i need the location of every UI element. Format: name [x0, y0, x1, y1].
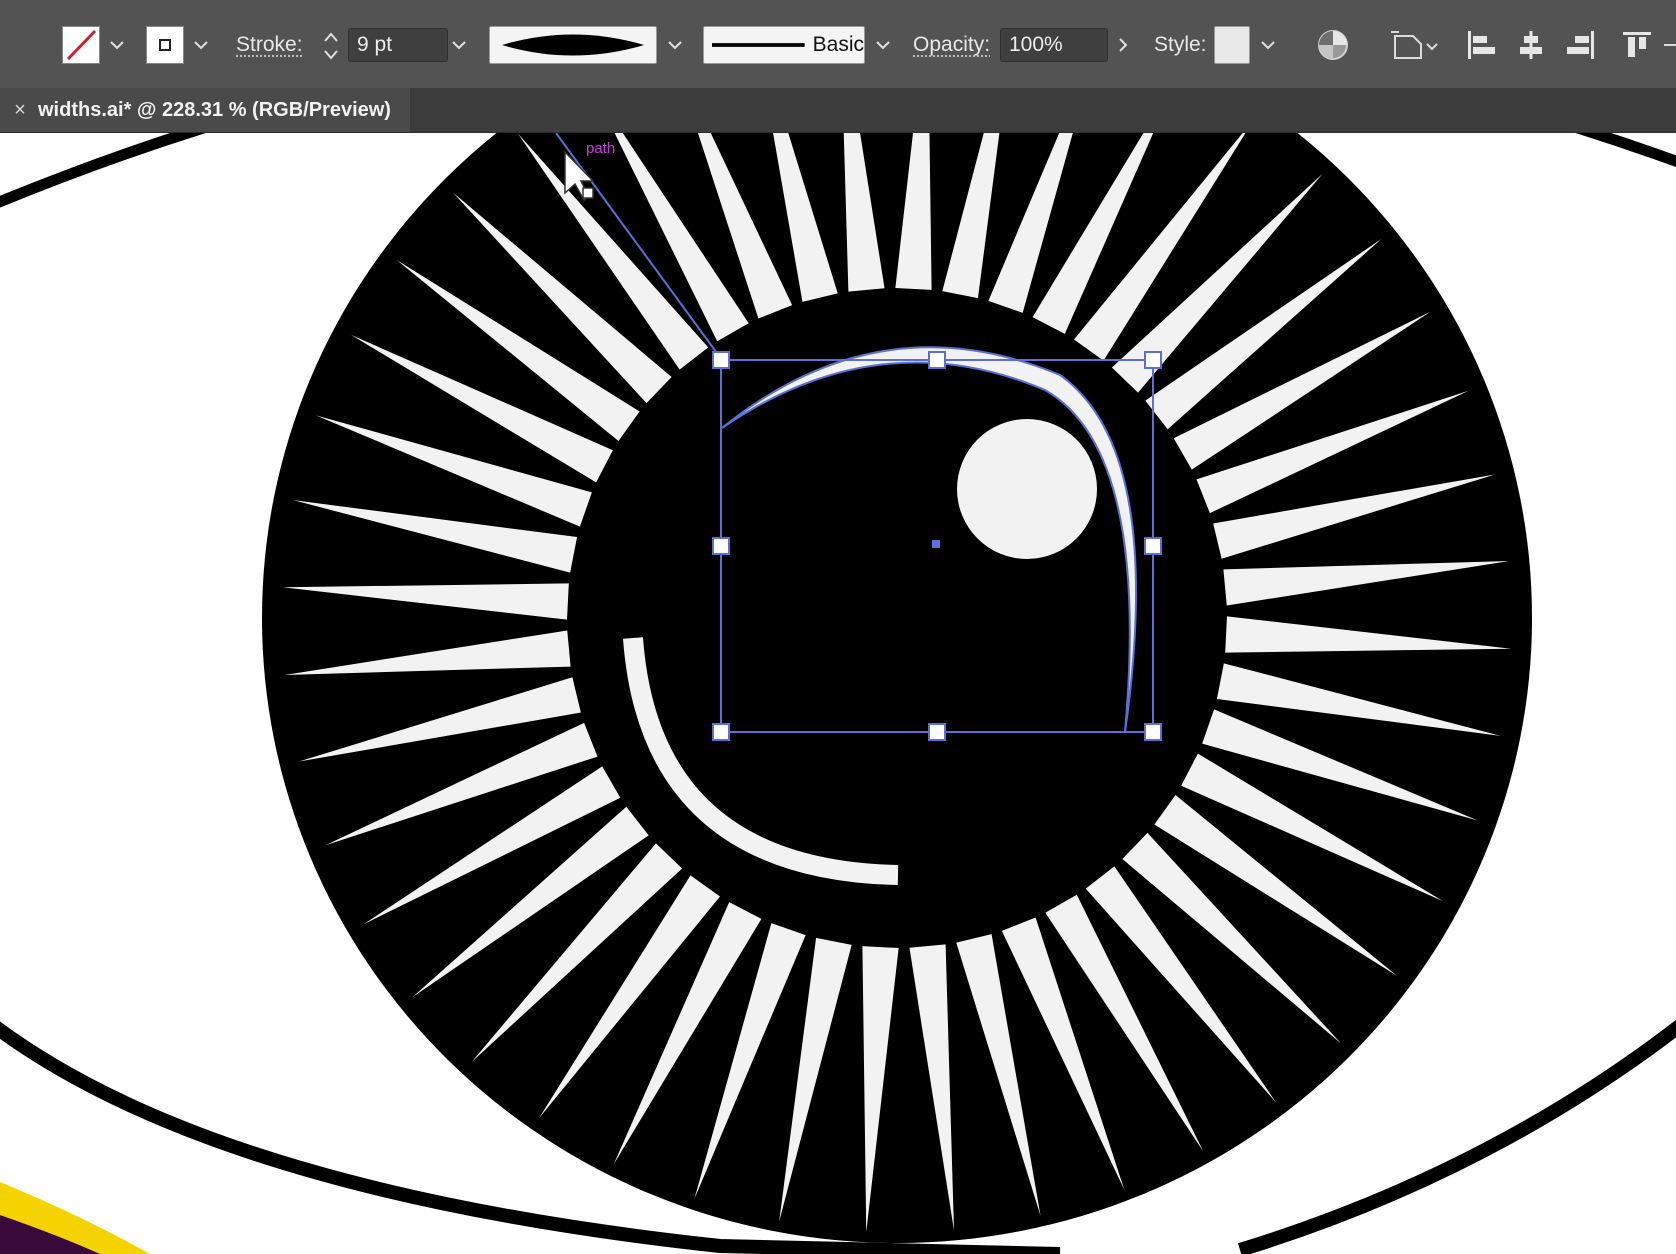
selection-handle[interactable]: [1144, 723, 1162, 741]
align-right-button[interactable]: [1562, 26, 1600, 64]
selection-handle[interactable]: [712, 723, 730, 741]
stroke-weight-dropdown-chevron-icon[interactable]: [446, 26, 472, 64]
stroke-weight-field[interactable]: 9 pt: [348, 28, 448, 62]
artboard-canvas[interactable]: path: [0, 133, 1676, 1254]
stroke-weight-stepper-icon[interactable]: [318, 26, 344, 66]
pupil-highlight[interactable]: [957, 419, 1097, 559]
stroke-swatch[interactable]: [146, 26, 184, 64]
document-tab[interactable]: × widths.ai* @ 228.31 % (RGB/Preview): [0, 88, 410, 132]
align-top-icon: [1623, 32, 1651, 57]
align-right-icon: [1567, 31, 1594, 59]
align-horizontal-center-icon: [1520, 31, 1542, 59]
fill-swatch[interactable]: [62, 26, 100, 64]
document-tab-bar: × widths.ai* @ 228.31 % (RGB/Preview): [0, 88, 1676, 133]
style-dropdown-chevron-icon[interactable]: [1255, 26, 1281, 64]
none-fill-swatch-icon: [66, 29, 97, 61]
transform-icon: [1391, 31, 1438, 59]
recolor-artwork-button[interactable]: [1314, 26, 1352, 64]
opacity-field[interactable]: 100%: [1000, 28, 1108, 62]
align-horizontal-center-button[interactable]: [1512, 26, 1550, 64]
recolor-artwork-icon: [1318, 30, 1348, 60]
brush-label: Basic: [812, 33, 864, 56]
selection-handle[interactable]: [712, 351, 730, 369]
stroke-swatch-icon: [159, 39, 171, 51]
pupil[interactable]: [577, 302, 1213, 938]
smart-guide-hover-label: path: [586, 140, 615, 157]
brush-definition-menu[interactable]: Basic: [703, 26, 865, 64]
brush-dropdown-chevron-icon[interactable]: [870, 26, 896, 64]
selection-handle[interactable]: [1144, 537, 1162, 555]
style-label: Style:: [1154, 33, 1207, 56]
align-left-icon: [1468, 31, 1495, 59]
close-tab-icon[interactable]: ×: [8, 99, 32, 122]
align-top-button[interactable]: [1618, 26, 1656, 64]
width-profile-dropdown-chevron-icon[interactable]: [662, 26, 688, 64]
graphic-style-swatch[interactable]: [1214, 26, 1250, 64]
basic-brush-stroke-icon: [712, 43, 805, 47]
document-tab-title: widths.ai* @ 228.31 % (RGB/Preview): [38, 98, 391, 121]
selection-center-point: [932, 540, 940, 548]
fill-dropdown-chevron-icon[interactable]: [104, 26, 130, 64]
more-controls-icon[interactable]: [1662, 26, 1676, 64]
align-left-button[interactable]: [1462, 26, 1500, 64]
stroke-dropdown-chevron-icon[interactable]: [188, 26, 214, 64]
stroke-label[interactable]: Stroke:: [236, 28, 303, 62]
transform-button[interactable]: [1388, 26, 1440, 64]
control-bar: Stroke: 9 pt Basic Opacity: 100% Style:: [0, 0, 1676, 89]
selection-handle[interactable]: [712, 537, 730, 555]
selection-handle[interactable]: [1144, 351, 1162, 369]
opacity-chevron-right-icon[interactable]: [1110, 26, 1136, 64]
selection-handle[interactable]: [928, 723, 946, 741]
selection-handle[interactable]: [928, 351, 946, 369]
width-profile-lens-icon: [502, 34, 644, 56]
variable-width-profile-menu[interactable]: [489, 26, 657, 64]
opacity-label[interactable]: Opacity:: [913, 28, 990, 62]
